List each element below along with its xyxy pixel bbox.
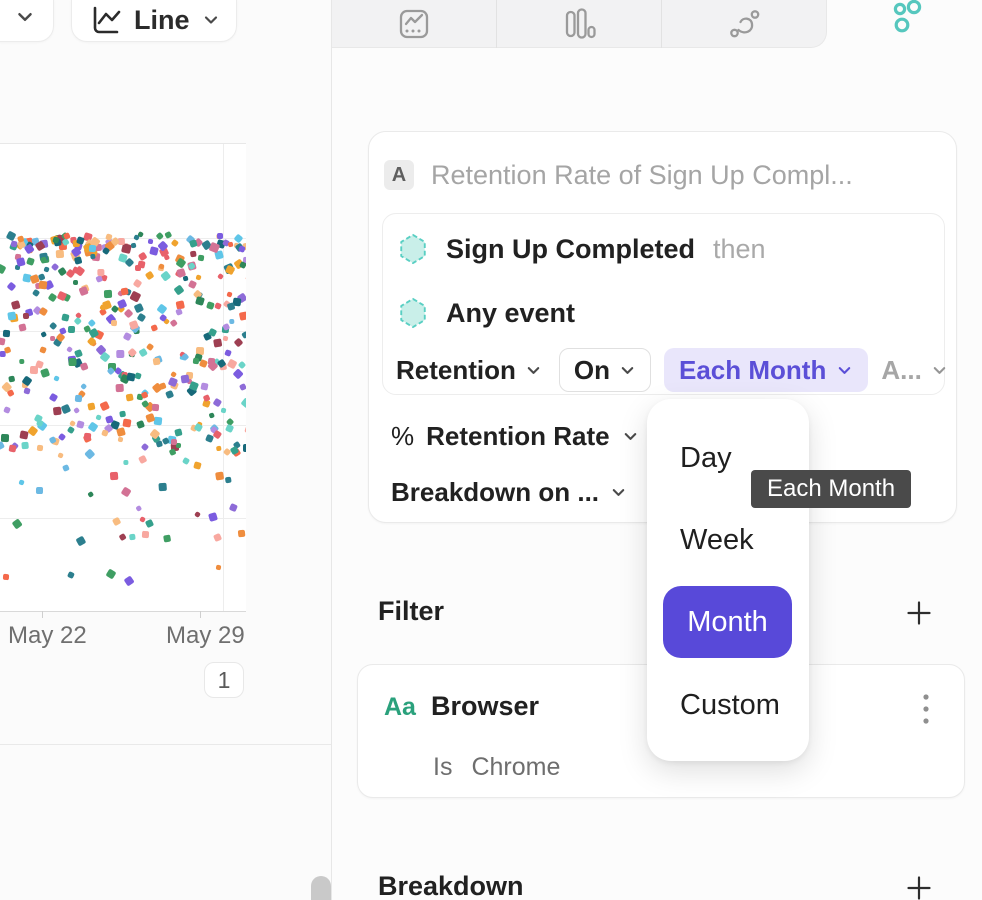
section-divider bbox=[0, 744, 331, 745]
series-badge-label: A bbox=[392, 164, 406, 187]
event-name: Any event bbox=[446, 298, 575, 329]
app-window: Line May 22 May 29 1 bbox=[0, 0, 982, 900]
x-axis-tick bbox=[200, 611, 201, 618]
filter-operator: Is bbox=[433, 753, 452, 782]
retention-controls-row: Retention On Each Month A... bbox=[392, 348, 948, 392]
left-panel: Line May 22 May 29 1 bbox=[0, 0, 331, 900]
chart-type-label: Line bbox=[134, 5, 190, 36]
measure-label: Retention Rate bbox=[426, 421, 609, 452]
interval-dropdown-trigger[interactable]: Each Month bbox=[664, 348, 868, 392]
tab-bar-chart[interactable] bbox=[497, 0, 661, 48]
metrics-chart-icon bbox=[397, 7, 431, 41]
x-axis-label: May 22 bbox=[8, 622, 87, 650]
event-block: Sign Up Completed then Any event Retenti… bbox=[382, 213, 945, 395]
pagination-page-button[interactable]: 1 bbox=[204, 662, 244, 698]
x-axis-label: May 29 bbox=[166, 622, 245, 650]
interval-label: Each Month bbox=[679, 355, 826, 386]
breakdown-section-title: Breakdown bbox=[378, 871, 524, 900]
series-badge: A bbox=[384, 160, 414, 190]
event-hexagon-icon bbox=[398, 297, 428, 329]
scrollbar-thumb[interactable] bbox=[311, 876, 331, 900]
chevron-down-icon bbox=[610, 484, 627, 501]
interval-tooltip: Each Month bbox=[751, 470, 911, 508]
chevron-down-icon bbox=[836, 362, 853, 379]
plus-icon bbox=[904, 873, 934, 900]
line-chart-icon bbox=[88, 3, 122, 37]
collapsed-dropdown-button[interactable] bbox=[0, 0, 54, 42]
chevron-down-icon bbox=[15, 7, 35, 27]
event-suffix: then bbox=[713, 234, 766, 265]
chevron-down-icon bbox=[622, 428, 639, 445]
chevron-down-icon bbox=[619, 362, 636, 379]
breakdown-on-dropdown[interactable]: Breakdown on ... bbox=[391, 476, 627, 508]
flow-squiggle-icon bbox=[727, 7, 761, 41]
tab-flow-chart[interactable] bbox=[662, 0, 826, 48]
event-row-first[interactable]: Sign Up Completed then bbox=[398, 233, 766, 265]
event-hexagon-icon bbox=[398, 233, 428, 265]
dropdown-option-custom[interactable]: Custom bbox=[680, 689, 780, 722]
kebab-icon bbox=[922, 692, 930, 726]
chart-type-button[interactable]: Line bbox=[71, 0, 237, 42]
dropdown-option-week[interactable]: Week bbox=[680, 524, 754, 557]
on-label: On bbox=[574, 355, 610, 386]
dropdown-option-day[interactable]: Day bbox=[680, 442, 732, 475]
breakdown-on-label: Breakdown on ... bbox=[391, 477, 599, 508]
dropdown-option-month-label: Month bbox=[687, 606, 768, 639]
property-type-badge: Aa bbox=[384, 693, 416, 722]
add-filter-button[interactable] bbox=[903, 597, 935, 629]
bar-chart-icon bbox=[562, 7, 596, 41]
add-breakdown-button[interactable] bbox=[903, 872, 935, 900]
x-axis-tick bbox=[42, 611, 43, 618]
tab-metrics-chart[interactable] bbox=[332, 0, 496, 48]
filter-condition-row[interactable]: Is Chrome bbox=[433, 753, 560, 782]
percent-symbol: % bbox=[391, 421, 414, 452]
on-dropdown[interactable]: On bbox=[559, 348, 651, 392]
measure-row[interactable]: % Retention Rate < bbox=[391, 420, 666, 452]
query-title[interactable]: Retention Rate of Sign Up Compl... bbox=[431, 160, 853, 190]
filter-section-title: Filter bbox=[378, 596, 444, 627]
chevron-down-icon bbox=[931, 362, 948, 379]
tab-scatter-chart-active[interactable] bbox=[827, 0, 982, 48]
filter-kebab-menu[interactable] bbox=[914, 691, 938, 727]
chevron-down-icon bbox=[525, 362, 542, 379]
scatter-dots-icon bbox=[885, 0, 925, 36]
event-name: Sign Up Completed bbox=[446, 234, 695, 265]
event-row-return[interactable]: Any event bbox=[398, 297, 575, 329]
retention-mode-label: Retention bbox=[396, 355, 516, 386]
page-number: 1 bbox=[218, 667, 231, 694]
chevron-down-icon bbox=[202, 11, 220, 29]
filter-value: Chrome bbox=[471, 753, 560, 782]
actual-label: A... bbox=[881, 355, 921, 386]
scatter-plot-area bbox=[0, 143, 246, 612]
actual-dropdown[interactable]: A... bbox=[881, 355, 947, 386]
retention-mode-dropdown[interactable]: Retention bbox=[392, 355, 546, 386]
interval-dropdown-menu: Day Week Month Custom bbox=[647, 399, 809, 761]
dropdown-option-month-selected[interactable]: Month bbox=[663, 586, 792, 658]
plus-icon bbox=[904, 598, 934, 628]
filter-property-name: Browser bbox=[431, 691, 539, 722]
